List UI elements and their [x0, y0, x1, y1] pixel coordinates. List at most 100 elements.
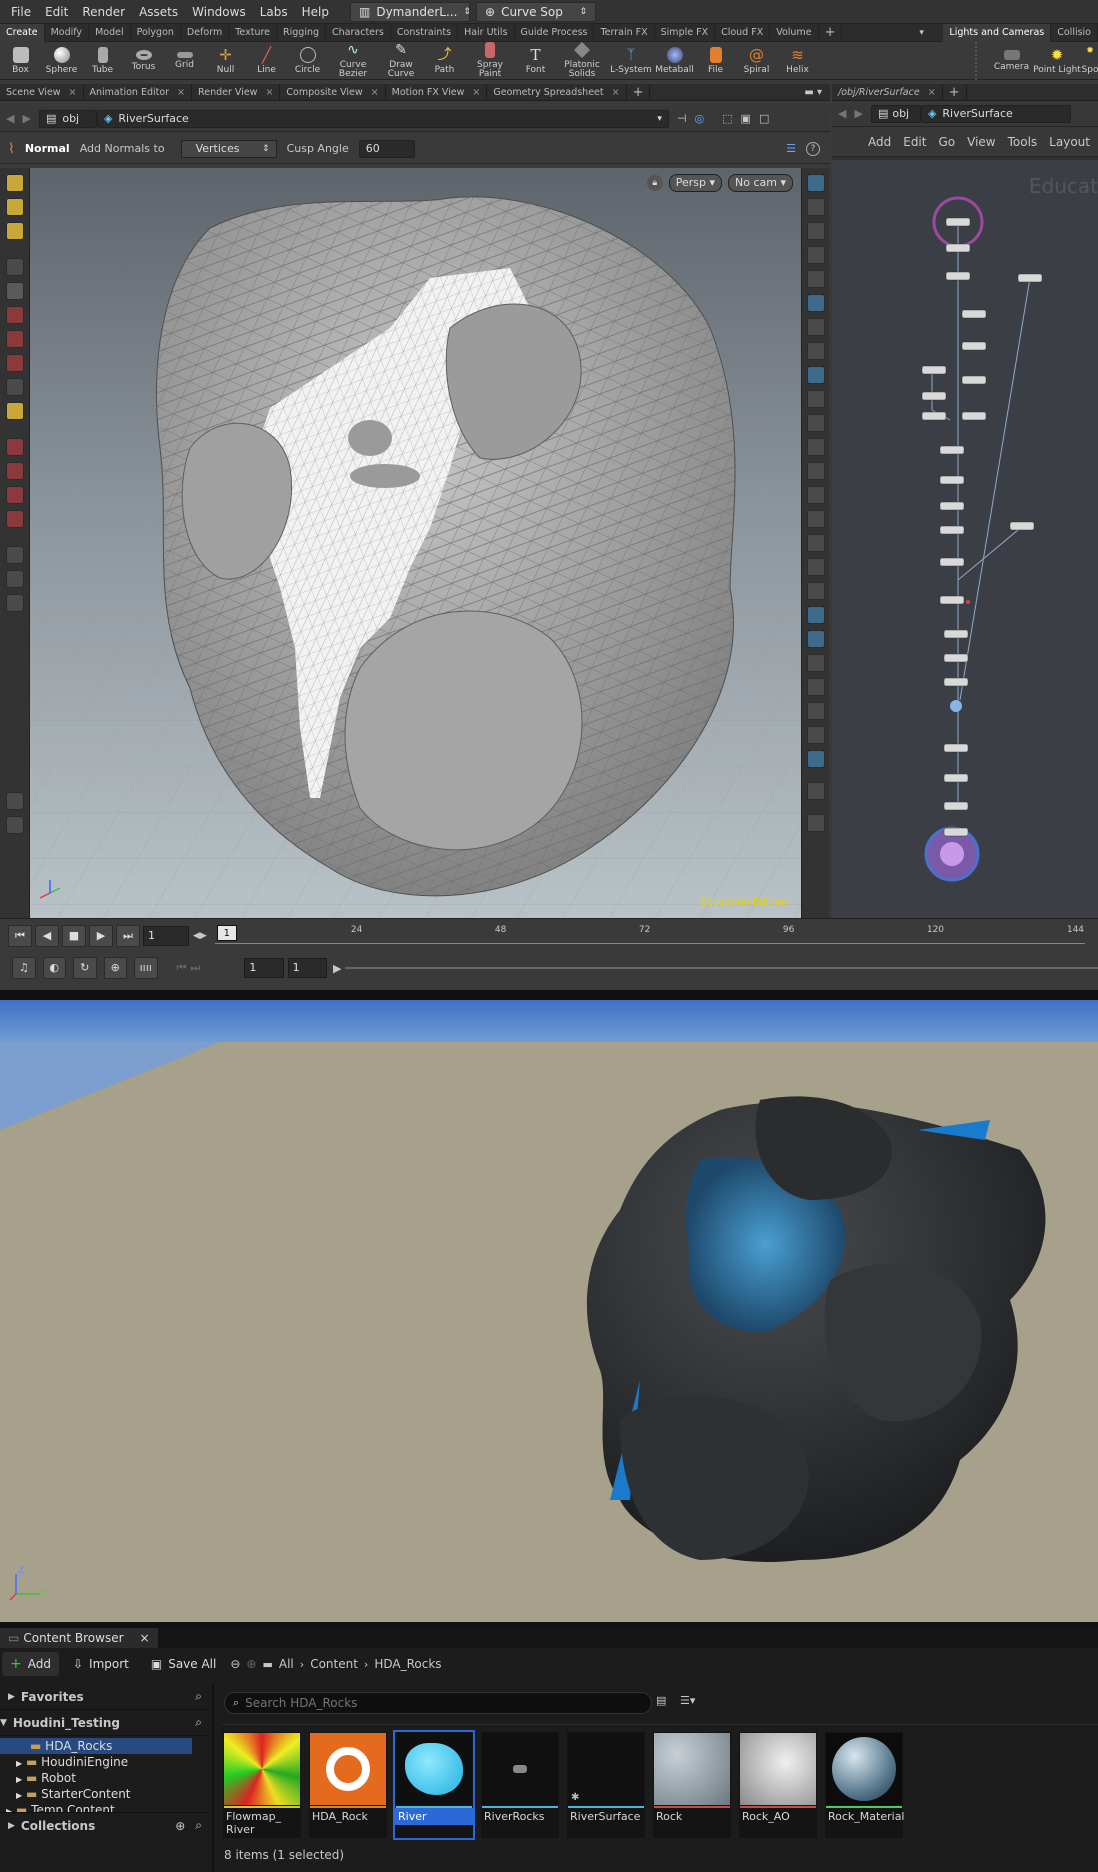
- pin-location-icon[interactable]: [806, 782, 825, 800]
- net-menu-add[interactable]: Add: [862, 135, 897, 149]
- back-arrow-icon[interactable]: ◀: [6, 112, 14, 125]
- shelf-tab-create[interactable]: Create: [0, 23, 45, 42]
- menu-labs[interactable]: Labs: [253, 0, 295, 24]
- shelf-tab-characters[interactable]: Characters: [326, 23, 391, 42]
- stamp-icon[interactable]: [806, 558, 825, 576]
- tool-metaball[interactable]: Metaball: [654, 42, 695, 80]
- close-icon[interactable]: ×: [140, 1628, 150, 1648]
- menu-assets[interactable]: Assets: [132, 0, 185, 24]
- lock-icon[interactable]: [5, 282, 24, 300]
- shelf-tab-guide-process[interactable]: Guide Process: [515, 23, 595, 42]
- close-icon[interactable]: ×: [928, 87, 936, 98]
- pen-icon[interactable]: [806, 486, 825, 504]
- menu-help[interactable]: Help: [295, 0, 336, 24]
- save-search-icon[interactable]: ▤: [656, 1694, 666, 1707]
- asset-flowmap-river[interactable]: Flowmap_ River: [223, 1732, 301, 1838]
- first-frame-icon[interactable]: ⏮: [8, 925, 32, 947]
- tool-circle[interactable]: Circle: [287, 42, 328, 80]
- collections-header[interactable]: ▶ Collections ⊕ ⌕: [0, 1812, 210, 1838]
- tool-font[interactable]: T Font: [515, 42, 556, 80]
- step-icon[interactable]: ◀▶: [193, 931, 207, 941]
- net-menu-edit[interactable]: Edit: [897, 135, 932, 149]
- tool-grid[interactable]: Grid: [164, 42, 205, 80]
- square-icon[interactable]: [806, 726, 825, 744]
- tool-torus[interactable]: Torus: [123, 42, 164, 80]
- tool-spiral[interactable]: @ Spiral: [736, 42, 777, 80]
- range-icon[interactable]: ıııı: [134, 957, 158, 979]
- level-viewport[interactable]: Z Y: [0, 1000, 1098, 1622]
- sop-selector[interactable]: ⊕ Curve Sop ⇕: [476, 1, 596, 22]
- shelf-tab-lights-cameras[interactable]: Lights and Cameras: [943, 23, 1052, 42]
- close-icon[interactable]: ×: [472, 87, 480, 98]
- tool-platonic-solids[interactable]: Platonic Solids: [556, 42, 608, 80]
- tool-box[interactable]: Box: [0, 42, 41, 80]
- arrow-select-icon[interactable]: [5, 258, 24, 276]
- skull-icon[interactable]: [806, 342, 825, 360]
- current-frame-input[interactable]: 1: [143, 926, 189, 946]
- info-icon[interactable]: [806, 814, 825, 832]
- path-node[interactable]: ◈ RiverSurface ▾: [96, 109, 669, 128]
- range-slider[interactable]: [345, 967, 1098, 969]
- crumb-all[interactable]: All: [279, 1657, 294, 1671]
- settings-icon[interactable]: ☰: [786, 142, 796, 155]
- add-tab-icon[interactable]: +: [943, 83, 967, 101]
- disk-icon[interactable]: [5, 816, 24, 834]
- select-icon[interactable]: [5, 174, 24, 192]
- project-header[interactable]: ▼ Houdini_Testing ⌕: [0, 1710, 210, 1736]
- tool-line[interactable]: ╱ Line: [246, 42, 287, 80]
- desktop-selector[interactable]: ▥ DymanderL... ⇕: [350, 1, 471, 22]
- filter-icon[interactable]: ☰▾: [680, 1694, 695, 1707]
- path-obj[interactable]: ▤ obj: [38, 109, 97, 128]
- tool-spot[interactable]: ✹ Spo: [1082, 42, 1098, 80]
- tool-draw-curve[interactable]: ✎ Draw Curve: [378, 42, 424, 80]
- axis-icon[interactable]: [806, 702, 825, 720]
- timeline-ruler[interactable]: 1 24 48 72 96 120 144: [214, 921, 1085, 951]
- shelf-tab-collisions[interactable]: Collisio: [1051, 23, 1098, 42]
- tab-motion-fx-view[interactable]: Motion FX View ×: [386, 83, 488, 101]
- tool-point-light[interactable]: ✹ Point Light: [1032, 42, 1082, 80]
- tool-l-system[interactable]: ᛉ L-System: [608, 42, 654, 80]
- corner-icon[interactable]: [806, 582, 825, 600]
- help-icon[interactable]: ?: [806, 141, 820, 156]
- asset-river-rocks[interactable]: RiverRocks: [481, 1732, 559, 1838]
- layout-icon[interactable]: ▣: [741, 112, 751, 125]
- normal-display-icon[interactable]: [806, 390, 825, 408]
- save-all-button[interactable]: ▣ Save All: [143, 1652, 225, 1676]
- dot-icon[interactable]: [806, 438, 825, 456]
- close-icon[interactable]: ×: [177, 87, 185, 98]
- number-icon[interactable]: [806, 510, 825, 528]
- camera-menu[interactable]: No cam ▾: [728, 174, 793, 192]
- folder-temp-content[interactable]: ▶ ▬ Temp Content: [0, 1802, 210, 1812]
- import-button[interactable]: ⇩ Import: [65, 1652, 137, 1676]
- tool-path[interactable]: ⤴ Path: [424, 42, 465, 80]
- shelf-tab-volume[interactable]: Volume: [770, 23, 819, 42]
- network-view[interactable]: Educat: [832, 160, 1098, 918]
- lock-view-icon[interactable]: [806, 222, 825, 240]
- folder-robot[interactable]: ▶ ▬ Robot: [0, 1770, 210, 1786]
- crumb-content[interactable]: Content: [310, 1657, 358, 1671]
- wire-icon[interactable]: [806, 366, 825, 384]
- path-node[interactable]: ◈ RiverSurface: [920, 104, 1071, 123]
- display-options-icon[interactable]: [806, 174, 825, 192]
- vector-icon[interactable]: [806, 414, 825, 432]
- shelf-tab-texture[interactable]: Texture: [229, 23, 278, 42]
- net-menu-go[interactable]: Go: [932, 135, 961, 149]
- light-bulb-icon[interactable]: [806, 294, 825, 312]
- shading-icon[interactable]: [806, 270, 825, 288]
- display-icon[interactable]: ⬚: [722, 112, 732, 125]
- shelf-tab-rigging[interactable]: Rigging: [277, 23, 327, 42]
- snap-point-icon[interactable]: [5, 486, 24, 504]
- cusp-angle-input[interactable]: 60: [358, 139, 415, 158]
- menu-windows[interactable]: Windows: [185, 0, 253, 24]
- snap-prim-icon[interactable]: [5, 462, 24, 480]
- shelf-tab-polygon[interactable]: Polygon: [131, 23, 181, 42]
- forward-arrow-icon[interactable]: ▶: [22, 112, 30, 125]
- shelf-tab-simple-fx[interactable]: Simple FX: [655, 23, 716, 42]
- history-back-icon[interactable]: ⊖: [230, 1657, 240, 1671]
- pane-menu-icon[interactable]: ▬ ▾: [804, 87, 822, 98]
- net-menu-tools[interactable]: Tools: [1002, 135, 1044, 149]
- shelf-tab-deform[interactable]: Deform: [181, 23, 230, 42]
- transform-icon[interactable]: [5, 198, 24, 216]
- ghost-icon[interactable]: [806, 246, 825, 264]
- search-input[interactable]: [245, 1696, 626, 1710]
